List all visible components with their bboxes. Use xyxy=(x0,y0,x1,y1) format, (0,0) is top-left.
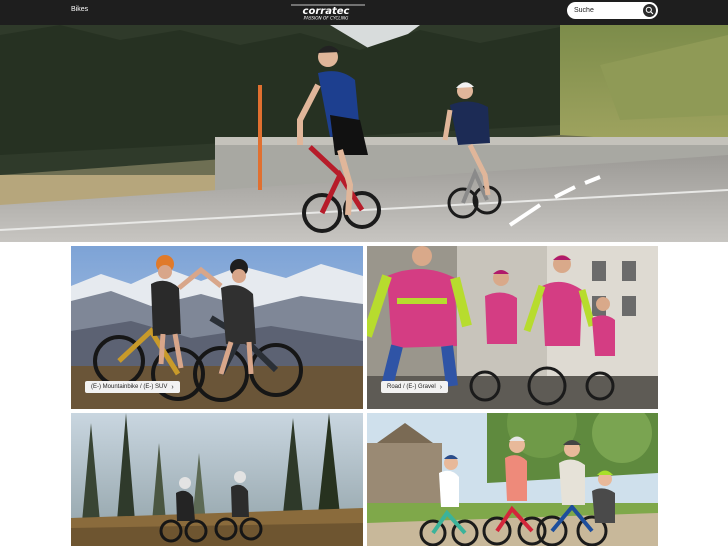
category-label-road-gravel[interactable]: Road / (E-) Gravel › xyxy=(381,381,449,393)
chevron-right-icon: › xyxy=(171,383,174,391)
category-label-text: Road / (E-) Gravel xyxy=(387,384,436,390)
top-navigation-bar: Bikes corratec PASSION OF CYCLING xyxy=(0,0,728,25)
category-label-text: (E-) Mountainbike / (E-) SUV xyxy=(91,384,168,390)
search-icon xyxy=(645,6,654,15)
category-label-mountainbike[interactable]: (E-) Mountainbike / (E-) SUV › xyxy=(85,381,180,393)
hero-banner-image xyxy=(0,25,728,242)
logo-tagline: PASSION OF CYCLING xyxy=(304,16,349,21)
forest-trail-image xyxy=(71,413,363,546)
category-tile-kids[interactable] xyxy=(367,413,658,546)
search-button[interactable] xyxy=(643,4,656,17)
search-input[interactable] xyxy=(574,7,634,14)
chevron-right-icon: › xyxy=(439,383,443,391)
nav-link-bikes[interactable]: Bikes xyxy=(71,6,88,13)
corratec-logo[interactable]: corratec PASSION OF CYCLING xyxy=(285,3,367,21)
category-tile-road-gravel[interactable]: Road / (E-) Gravel › xyxy=(367,246,658,409)
kids-bikes-image xyxy=(367,413,658,546)
category-tile-forest[interactable] xyxy=(71,413,363,546)
category-tile-mountainbike[interactable]: (E-) Mountainbike / (E-) SUV › xyxy=(71,246,363,409)
search-box xyxy=(567,2,658,19)
